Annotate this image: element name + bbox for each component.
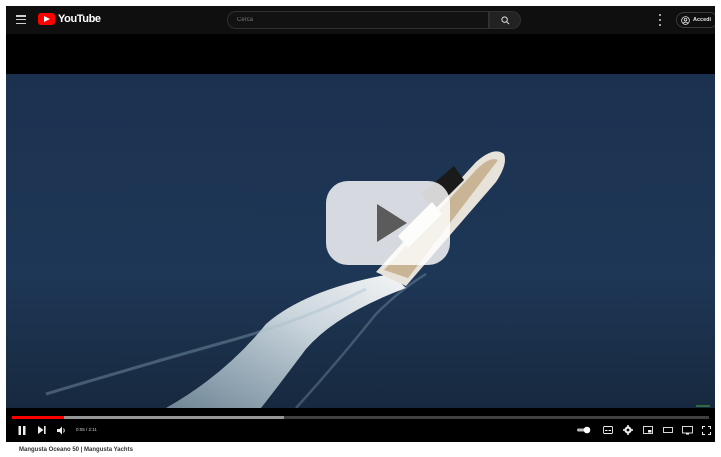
pause-icon[interactable] — [16, 423, 28, 437]
account-icon — [681, 15, 690, 25]
search-icon — [500, 15, 509, 24]
large-play-button[interactable] — [326, 181, 450, 265]
time-display: 0:05 / 2:11 — [76, 427, 97, 432]
video-player[interactable] — [6, 74, 715, 408]
autoplay-toggle-icon[interactable] — [576, 423, 592, 437]
settings-icon[interactable] — [622, 423, 634, 437]
miniplayer-icon[interactable] — [642, 423, 654, 437]
youtube-logo[interactable]: YouTube — [38, 13, 101, 25]
search-button[interactable] — [489, 11, 521, 29]
cast-icon[interactable] — [680, 423, 694, 437]
video-title: Mangusta Oceano 50 | Mangusta Yachts — [19, 447, 133, 453]
logo-text: YouTube — [58, 13, 101, 25]
menu-icon[interactable] — [16, 15, 26, 24]
player-controls: 0:05 / 2:11 — [6, 419, 715, 442]
search-input[interactable] — [237, 17, 488, 23]
subtitles-icon[interactable] — [602, 423, 614, 437]
fullscreen-icon[interactable] — [700, 423, 712, 437]
masthead: YouTube Accedi — [6, 6, 715, 34]
youtube-logo-icon — [38, 13, 55, 25]
youtube-window: YouTube Accedi — [6, 6, 715, 442]
more-vert-icon[interactable] — [658, 14, 662, 26]
signin-button[interactable]: Accedi — [676, 12, 715, 28]
search-box[interactable] — [227, 11, 489, 29]
signin-label: Accedi — [693, 17, 712, 23]
volume-icon[interactable] — [56, 423, 68, 437]
next-icon[interactable] — [36, 423, 48, 437]
chapter-marker — [696, 405, 710, 407]
theater-icon[interactable] — [662, 423, 674, 437]
